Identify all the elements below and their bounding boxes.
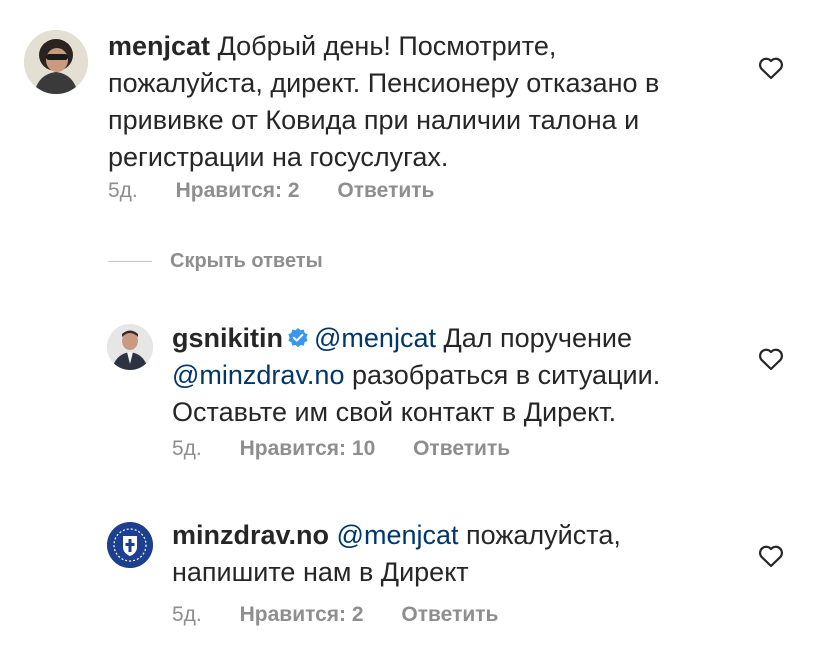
avatar-menjcat[interactable] (24, 30, 88, 94)
comment-likes-count[interactable]: Нравится: 2 (176, 179, 300, 202)
mention-link[interactable]: @minzdrav.no (172, 360, 344, 390)
comment-text-line: пожалуйста, (466, 520, 621, 550)
mention-link[interactable]: @menjcat (337, 520, 459, 550)
comment-text: minzdrav.no @menjcat пожалуйста, напишит… (172, 517, 752, 591)
heart-outline-icon[interactable] (758, 347, 784, 371)
divider-line (108, 261, 152, 262)
comment-text-line: пожалуйста, директ. Пенсионеру отказано … (108, 68, 660, 98)
comment-likes-count[interactable]: Нравится: 2 (240, 603, 364, 626)
comment-username[interactable]: menjcat (108, 31, 210, 61)
comment-time: 5д. (172, 437, 202, 460)
comment-time: 5д. (172, 603, 202, 626)
comment-username[interactable]: gsnikitin (172, 323, 283, 353)
hide-replies-label: Скрыть ответы (170, 250, 323, 272)
verified-badge-icon (288, 328, 308, 348)
avatar-menjcat-image (24, 30, 88, 94)
comment-text-line: Оставьте им свой контакт в Директ. (172, 397, 617, 427)
comment-text: menjcat Добрый день! Посмотрите, пожалуй… (108, 28, 768, 176)
mention-link[interactable]: @menjcat (314, 323, 436, 353)
reply-button[interactable]: Ответить (413, 437, 510, 460)
reply-button[interactable]: Ответить (337, 179, 434, 202)
comment-text-line: Дал поручение (443, 323, 632, 353)
avatar-minzdrav-logo (107, 522, 153, 568)
comment-text-line: регистрации на госуслугах. (108, 142, 449, 172)
comment-time: 5д. (108, 179, 138, 202)
comment-meta: 5д. Нравится: 2 Ответить (108, 179, 466, 203)
heart-outline-icon[interactable] (758, 544, 784, 568)
comment-text: gsnikitin @menjcat Дал поручение @minzdr… (172, 320, 752, 431)
heart-outline-icon[interactable] (758, 56, 784, 80)
hide-replies-button[interactable]: Скрыть ответы (108, 250, 323, 273)
comment-meta: 5д. Нравится: 2 Ответить (172, 603, 530, 627)
comment-text-line: прививке от Ковида при наличии талона и (108, 105, 640, 135)
comment-text-line: Добрый день! Посмотрите, (217, 31, 557, 61)
comment-text-line: напишите нам в Директ (172, 557, 469, 587)
avatar-minzdrav[interactable] (107, 522, 153, 568)
comment-likes-count[interactable]: Нравится: 10 (240, 437, 376, 460)
comments-thread: menjcat Добрый день! Посмотрите, пожалуй… (0, 0, 828, 664)
avatar-gsnikitin-image (107, 324, 153, 370)
comment-meta: 5д. Нравится: 10 Ответить (172, 437, 542, 461)
reply-button[interactable]: Ответить (401, 603, 498, 626)
avatar-gsnikitin[interactable] (107, 324, 153, 370)
comment-text-line: разобраться в ситуации. (351, 360, 661, 390)
comment-username[interactable]: minzdrav.no (172, 520, 329, 550)
